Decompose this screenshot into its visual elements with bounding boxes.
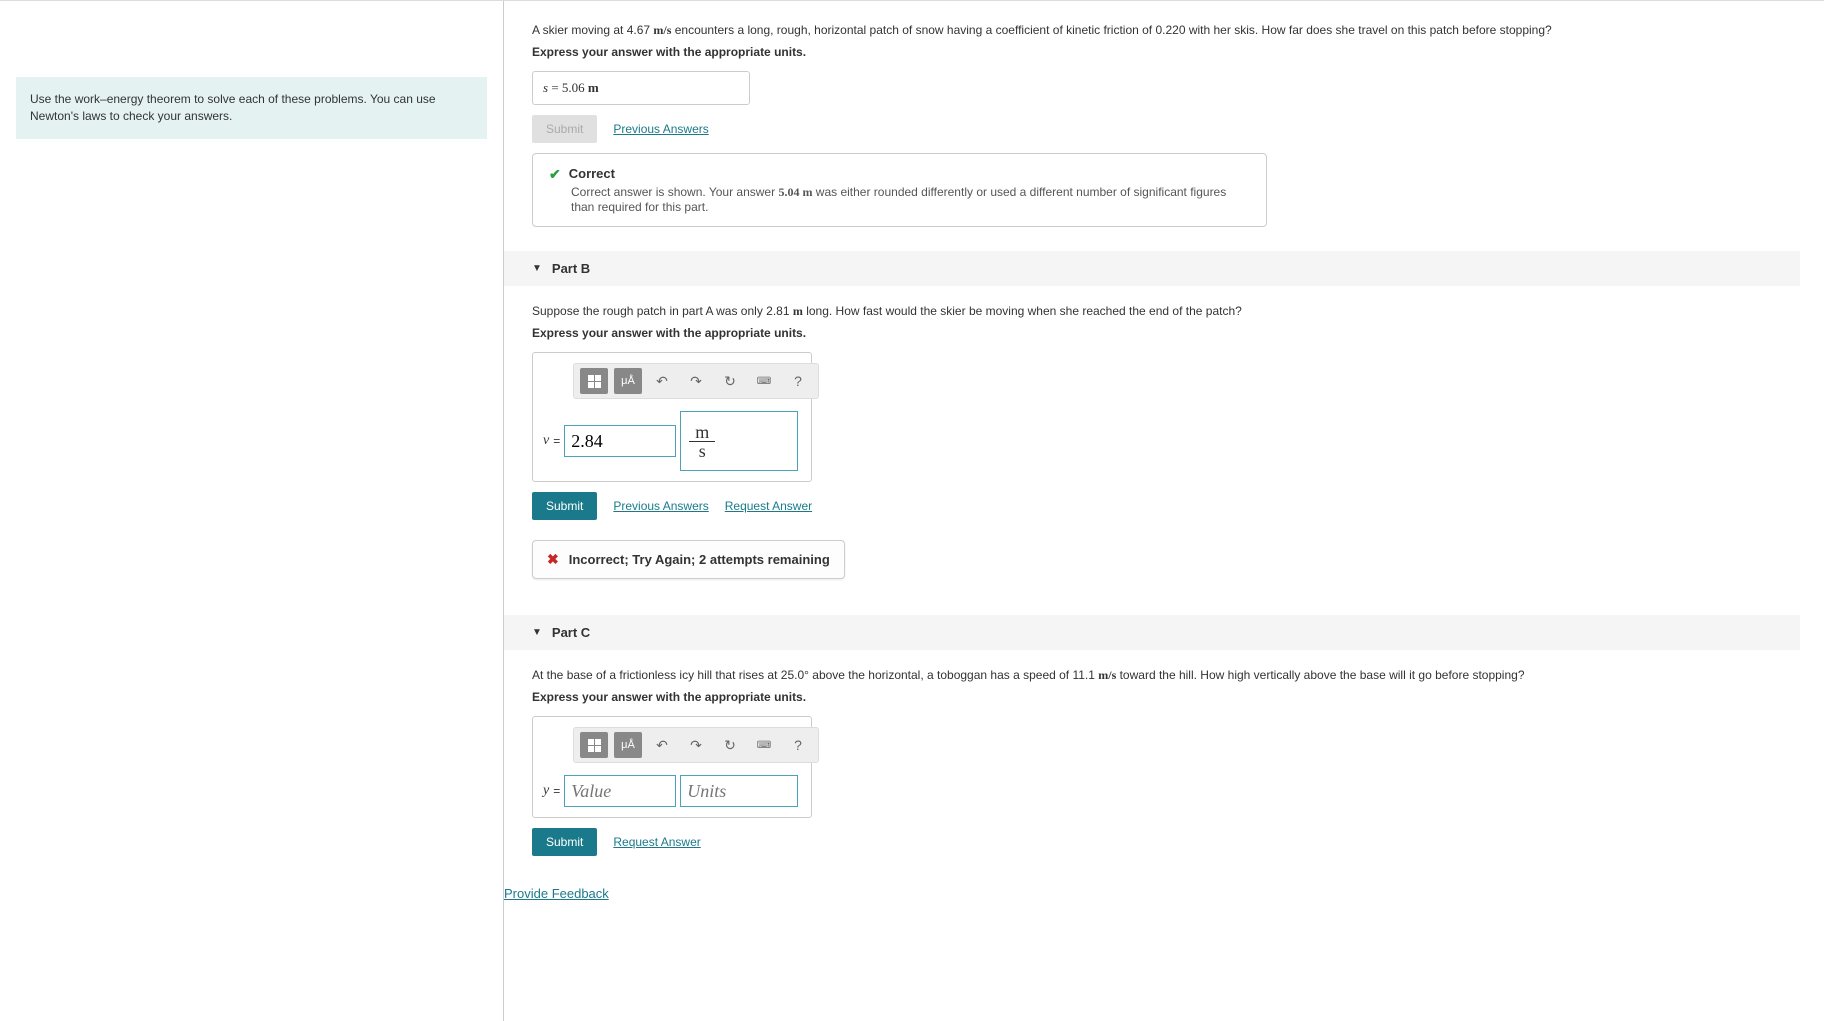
part-a-instr: Express your answer with the appropriate… (532, 45, 1800, 59)
pc-pre: At the base of a frictionless icy hill t… (532, 668, 1098, 682)
part-a-text-pre: A skier moving at 4.67 (532, 23, 653, 37)
part-b-instr: Express your answer with the appropriate… (532, 326, 1800, 340)
help-button-c[interactable]: ? (784, 732, 812, 758)
left-panel: Use the work–energy theorem to solve eac… (0, 1, 504, 1021)
reset-button[interactable]: ↻ (716, 368, 744, 394)
previous-answers-link-a[interactable]: Previous Answers (613, 122, 708, 136)
part-b-problem: Suppose the rough patch in part A was on… (532, 302, 1800, 320)
right-panel: A skier moving at 4.67 m/s encounters a … (504, 1, 1824, 1021)
part-a-unit1: m/s (653, 23, 671, 37)
main-container: Use the work–energy theorem to solve eac… (0, 0, 1824, 1021)
part-a-buttons: Submit Previous Answers (532, 115, 1800, 143)
request-answer-link-c[interactable]: Request Answer (613, 835, 700, 849)
pc-post: toward the hill. How high vertically abo… (1116, 668, 1524, 682)
units-input-b[interactable]: m s (680, 411, 798, 471)
submit-button-b[interactable]: Submit (532, 492, 597, 520)
part-a-problem: A skier moving at 4.67 m/s encounters a … (532, 21, 1800, 39)
value-input-c[interactable] (564, 775, 676, 807)
part-c-title: Part C (552, 625, 590, 640)
part-a-eq: = (548, 80, 562, 95)
unit-den: s (693, 442, 712, 460)
feedback-correct-text: Correct answer is shown. Your answer 5.0… (571, 185, 1250, 214)
x-icon: ✖ (547, 551, 559, 568)
part-c-instr: Express your answer with the appropriate… (532, 690, 1800, 704)
part-b-title: Part B (552, 261, 590, 276)
part-c-eq: = (553, 784, 560, 798)
part-c-input-row: y = (543, 775, 801, 807)
part-a-answer-box: s = 5.06 m (532, 71, 750, 105)
pb-post: long. How fast would the skier be moving… (803, 304, 1242, 318)
part-c-toolbar: μÅ ↶ ↷ ↻ ⌨ ? (573, 727, 819, 763)
fb-val: 5.04 m (778, 185, 812, 199)
provide-feedback-link[interactable]: Provide Feedback (504, 886, 609, 901)
part-b-input-row: v = m s (543, 411, 801, 471)
part-b-toolbar: μÅ ↶ ↷ ↻ ⌨ ? (573, 363, 819, 399)
value-input-b[interactable] (564, 425, 676, 457)
part-b-input-panel: μÅ ↶ ↷ ↻ ⌨ ? v = m s (532, 352, 812, 482)
templates-button[interactable] (580, 368, 608, 394)
part-b-feedback: ✖ Incorrect; Try Again; 2 attempts remai… (532, 540, 845, 579)
redo-button-c[interactable]: ↷ (682, 732, 710, 758)
fb-pre: Correct answer is shown. Your answer (571, 185, 778, 199)
reset-button-c[interactable]: ↻ (716, 732, 744, 758)
part-c-buttons: Submit Request Answer (532, 828, 1800, 856)
symbols-button[interactable]: μÅ (614, 368, 642, 394)
keyboard-button-c[interactable]: ⌨ (750, 732, 778, 758)
part-c-input-panel: μÅ ↶ ↷ ↻ ⌨ ? y = (532, 716, 812, 818)
pb-pre: Suppose the rough patch in part A was on… (532, 304, 793, 318)
check-icon: ✔ (549, 166, 561, 183)
pb-unit: m (793, 304, 803, 318)
redo-button[interactable]: ↷ (682, 368, 710, 394)
part-a-val: 5.06 (562, 80, 588, 95)
request-answer-link-b[interactable]: Request Answer (725, 499, 812, 513)
part-b-var: v (543, 433, 549, 449)
part-a-feedback: ✔ Correct Correct answer is shown. Your … (532, 153, 1267, 227)
submit-button-a: Submit (532, 115, 597, 143)
units-input-c[interactable] (680, 775, 798, 807)
part-c-header[interactable]: ▼ Part C (504, 615, 1800, 650)
undo-button[interactable]: ↶ (648, 368, 676, 394)
part-a-unit: m (588, 80, 599, 95)
symbols-button-c[interactable]: μÅ (614, 732, 642, 758)
keyboard-button[interactable]: ⌨ (750, 368, 778, 394)
part-c-var: y (543, 783, 549, 799)
feedback-correct-title: Correct (569, 166, 615, 181)
pc-unit: m/s (1098, 668, 1116, 682)
undo-button-c[interactable]: ↶ (648, 732, 676, 758)
templates-button-c[interactable] (580, 732, 608, 758)
part-a-text-post: encounters a long, rough, horizontal pat… (671, 23, 1551, 37)
part-c-problem: At the base of a frictionless icy hill t… (532, 666, 1800, 684)
help-button[interactable]: ? (784, 368, 812, 394)
hint-box: Use the work–energy theorem to solve eac… (16, 77, 487, 139)
submit-button-c[interactable]: Submit (532, 828, 597, 856)
part-b-eq: = (553, 434, 560, 448)
chevron-down-icon: ▼ (532, 263, 542, 274)
part-b-header[interactable]: ▼ Part B (504, 251, 1800, 286)
unit-num: m (689, 423, 715, 442)
incorrect-text: Incorrect; Try Again; 2 attempts remaini… (569, 552, 830, 567)
part-b-buttons: Submit Previous Answers Request Answer (532, 492, 1800, 520)
chevron-down-icon: ▼ (532, 627, 542, 638)
previous-answers-link-b[interactable]: Previous Answers (613, 499, 708, 513)
